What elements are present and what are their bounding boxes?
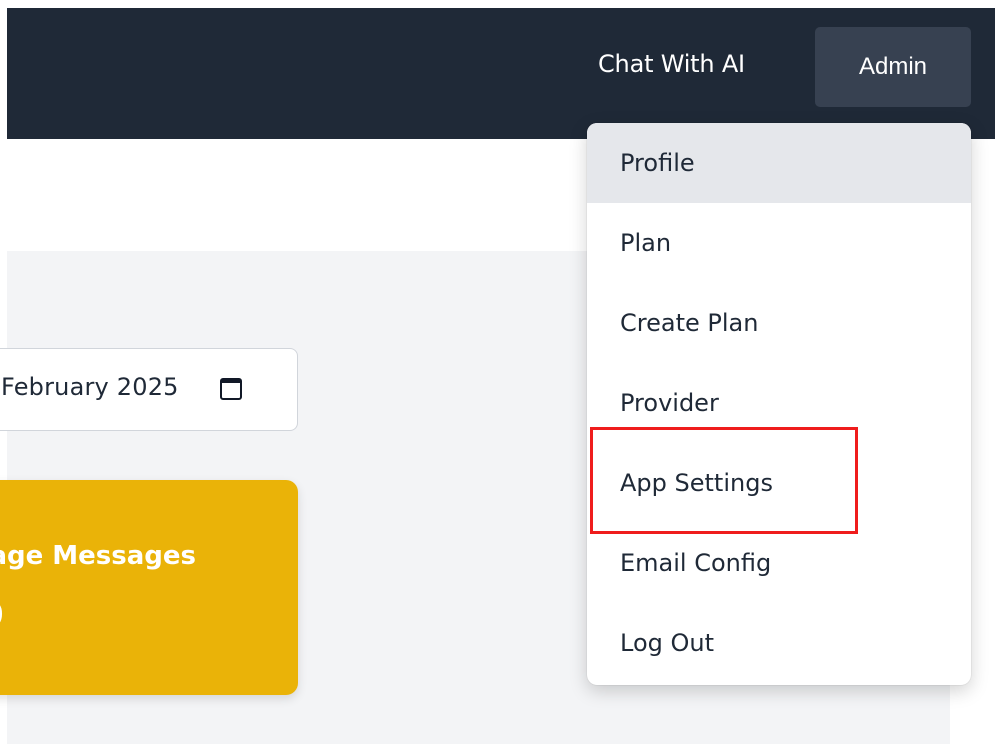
menu-item-plan[interactable]: Plan [587,203,971,283]
stat-card-value: 0 [0,595,4,635]
calendar-icon[interactable] [220,378,242,400]
stat-card-title: Message Messages [0,541,197,571]
menu-item-log-out[interactable]: Log Out [587,603,971,683]
highlight-annotation-box [590,427,858,534]
menu-item-profile[interactable]: Profile [587,123,971,203]
menu-item-create-plan[interactable]: Create Plan [587,283,971,363]
month-picker-value: February 2025 [1,373,179,401]
messages-stat-card: Message Messages 0 [0,480,298,695]
menu-item-email-config[interactable]: Email Config [587,523,971,603]
admin-menu-button[interactable]: Admin [815,27,971,107]
chat-with-ai-link[interactable]: Chat With AI [598,50,745,78]
admin-dropdown-menu: Profile Plan Create Plan Provider App Se… [587,123,971,685]
month-picker-input[interactable]: February 2025 [0,348,298,431]
